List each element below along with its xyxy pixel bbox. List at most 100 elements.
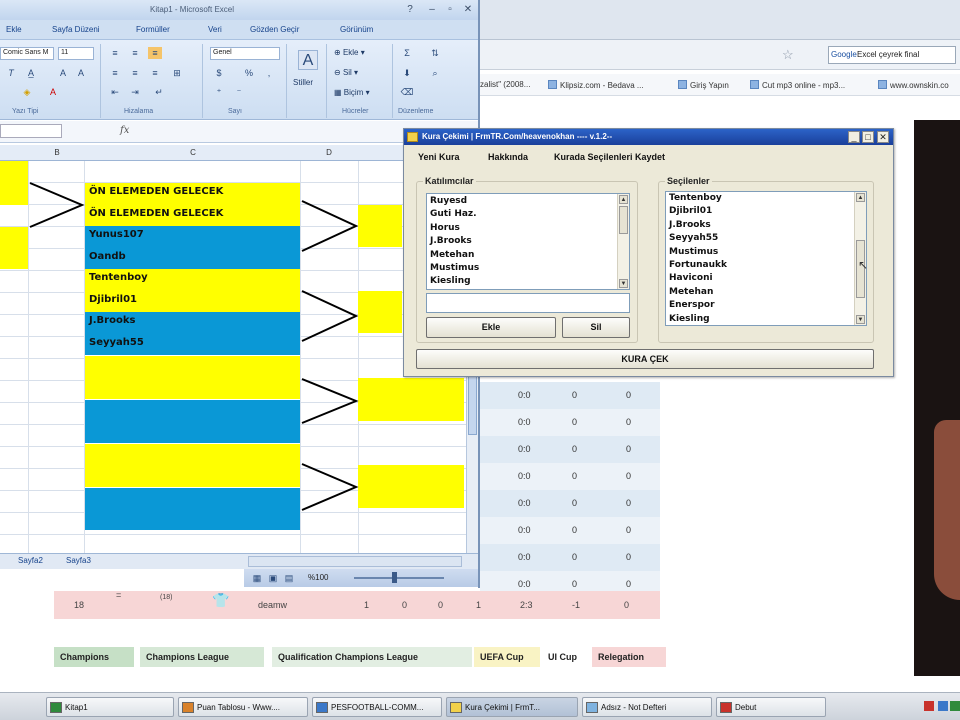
list-item[interactable]: Kiesling: [430, 276, 471, 286]
zoom-level[interactable]: %100: [308, 573, 328, 582]
taskbar-item-excel[interactable]: Kitap1: [46, 697, 174, 717]
participants-list[interactable]: ▲ ▼ Ruyesd Guti Haz. Horus J.Brooks Metehan M…: [426, 193, 630, 290]
zoom-slider[interactable]: [354, 577, 444, 579]
bookmark-item[interactable]: Cut mp3 online - mp3...: [750, 80, 845, 90]
column-header-d[interactable]: D: [322, 148, 336, 157]
draw-button[interactable]: KURA ÇEK: [416, 349, 874, 369]
layout-view-icon[interactable]: ▣: [266, 572, 280, 584]
tab-review[interactable]: Gözden Geçir: [250, 25, 299, 34]
zoom-knob[interactable]: [392, 572, 397, 583]
selected-list[interactable]: ▲ ▼ Tentenboy Djibril01 J.Brooks Seyyah55 Mu…: [665, 191, 867, 326]
list-item[interactable]: Metehan: [430, 250, 474, 260]
taskbar-item-notepad[interactable]: Adsız - Not Defteri: [582, 697, 712, 717]
scroll-down-icon[interactable]: ▼: [619, 279, 628, 288]
insert-cells-button[interactable]: ⊕ Ekle ▾: [334, 48, 365, 61]
align-left-icon[interactable]: ≡: [108, 67, 122, 79]
bookmark-item[interactable]: zalist" (2008...: [480, 80, 530, 89]
bookmark-item[interactable]: www.ownskin.co: [878, 80, 949, 90]
taskbar-item-debut[interactable]: Debut: [716, 697, 826, 717]
find-icon[interactable]: ⌕: [428, 67, 442, 79]
list-item[interactable]: Ruyesd: [430, 196, 467, 206]
column-header-c[interactable]: C: [186, 148, 200, 157]
list-item[interactable]: Mustimus: [669, 247, 718, 257]
align-middle-icon[interactable]: ≡: [128, 47, 142, 59]
italic-icon[interactable]: T: [4, 67, 18, 79]
comma-icon[interactable]: ,: [262, 67, 276, 79]
close-button[interactable]: ✕: [877, 131, 889, 143]
tray-network-icon[interactable]: [938, 701, 948, 711]
list-item[interactable]: J.Brooks: [669, 220, 711, 230]
maximize-button[interactable]: □: [862, 131, 874, 143]
font-size-combo[interactable]: 11: [58, 47, 94, 60]
align-bottom-icon[interactable]: ≡: [148, 47, 162, 59]
scroll-down-icon[interactable]: ▼: [856, 315, 865, 324]
function-icon[interactable]: fx: [120, 125, 129, 136]
format-cells-button[interactable]: ▦ Biçim ▾: [334, 88, 370, 101]
participants-scrollbar[interactable]: ▲ ▼: [617, 194, 629, 289]
bookmark-item[interactable]: Klipsiz.com - Bedava ...: [548, 80, 644, 90]
google-icon[interactable]: Google: [831, 50, 857, 61]
list-item[interactable]: Enerspor: [669, 300, 715, 310]
sort-filter-icon[interactable]: ⇅: [428, 47, 442, 59]
align-center-icon[interactable]: ≡: [128, 67, 142, 79]
tab-page-layout[interactable]: Sayfa Düzeni: [52, 25, 100, 34]
wrap-text-icon[interactable]: ↵: [152, 86, 166, 98]
list-item[interactable]: Djibril01: [669, 206, 712, 216]
tab-sheet3[interactable]: Sayfa3: [66, 556, 91, 565]
tab-insert[interactable]: Ekle: [6, 25, 22, 34]
horizontal-scrollbar[interactable]: [248, 556, 462, 567]
taskbar-item-ie[interactable]: PESFOOTBALL-COMM...: [312, 697, 442, 717]
number-format-combo[interactable]: Genel: [210, 47, 280, 60]
list-item[interactable]: J.Brooks: [430, 236, 472, 246]
currency-icon[interactable]: $: [212, 67, 226, 79]
decrease-decimal-icon[interactable]: ⁻: [232, 86, 246, 98]
tab-data[interactable]: Veri: [208, 25, 222, 34]
taskbar-item-browser[interactable]: Puan Tablosu - Www....: [178, 697, 308, 717]
font-color-icon[interactable]: A: [46, 86, 60, 98]
clear-icon[interactable]: ⌫: [400, 86, 414, 98]
fill-color-icon[interactable]: ◈: [20, 86, 34, 98]
list-item[interactable]: Metehan: [669, 287, 713, 297]
bookmark-item[interactable]: Giriş Yapın: [678, 80, 729, 90]
column-header-b[interactable]: B: [50, 148, 64, 157]
percent-icon[interactable]: %: [242, 67, 256, 79]
grow-font-icon[interactable]: A: [56, 67, 70, 79]
list-item[interactable]: Mustimus: [430, 263, 479, 273]
tab-sheet2[interactable]: Sayfa2: [18, 556, 43, 565]
search-input[interactable]: Google Excel çeyrek final: [828, 46, 956, 64]
list-item[interactable]: Haviconi: [669, 273, 713, 283]
shrink-font-icon[interactable]: A: [74, 67, 88, 79]
merge-icon[interactable]: ⊞: [170, 67, 184, 79]
normal-view-icon[interactable]: ▦: [250, 572, 264, 584]
list-item[interactable]: Guti Haz.: [430, 209, 477, 219]
autosum-icon[interactable]: Σ: [400, 47, 414, 59]
outdent-icon[interactable]: ⇥: [128, 86, 142, 98]
list-item[interactable]: Seyyah55: [669, 233, 718, 243]
minimize-button[interactable]: –: [424, 3, 440, 16]
taskbar-item-kura[interactable]: Kura Çekimi | FrmT...: [446, 697, 578, 717]
scroll-thumb[interactable]: [619, 206, 628, 234]
name-box[interactable]: [0, 124, 62, 138]
list-item[interactable]: Kiesling: [669, 314, 710, 324]
list-item[interactable]: Horus: [430, 223, 460, 233]
restore-button[interactable]: ▫: [442, 3, 458, 16]
styles-button[interactable]: Stiller: [293, 78, 313, 91]
underline-icon[interactable]: A̲: [24, 67, 38, 79]
participant-input[interactable]: [426, 293, 630, 313]
indent-icon[interactable]: ⇤: [108, 86, 122, 98]
tray-volume-icon[interactable]: [950, 701, 960, 711]
page-break-view-icon[interactable]: ▤: [282, 572, 296, 584]
menu-save-selected[interactable]: Kurada Seçilenleri Kaydet: [554, 152, 665, 162]
add-button[interactable]: Ekle: [426, 317, 556, 338]
delete-button[interactable]: Sil: [562, 317, 630, 338]
tab-formulas[interactable]: Formüller: [136, 25, 170, 34]
fill-icon[interactable]: ⬇: [400, 67, 414, 79]
increase-decimal-icon[interactable]: ⁺: [212, 86, 226, 98]
minimize-button[interactable]: _: [848, 131, 860, 143]
bookmark-star-icon[interactable]: ☆: [782, 47, 794, 63]
styles-icon[interactable]: A: [298, 50, 318, 70]
tab-view[interactable]: Görünüm: [340, 25, 373, 34]
font-name-combo[interactable]: Comic Sans M: [0, 47, 54, 60]
help-icon[interactable]: ?: [402, 3, 418, 16]
align-top-icon[interactable]: ≡: [108, 47, 122, 59]
